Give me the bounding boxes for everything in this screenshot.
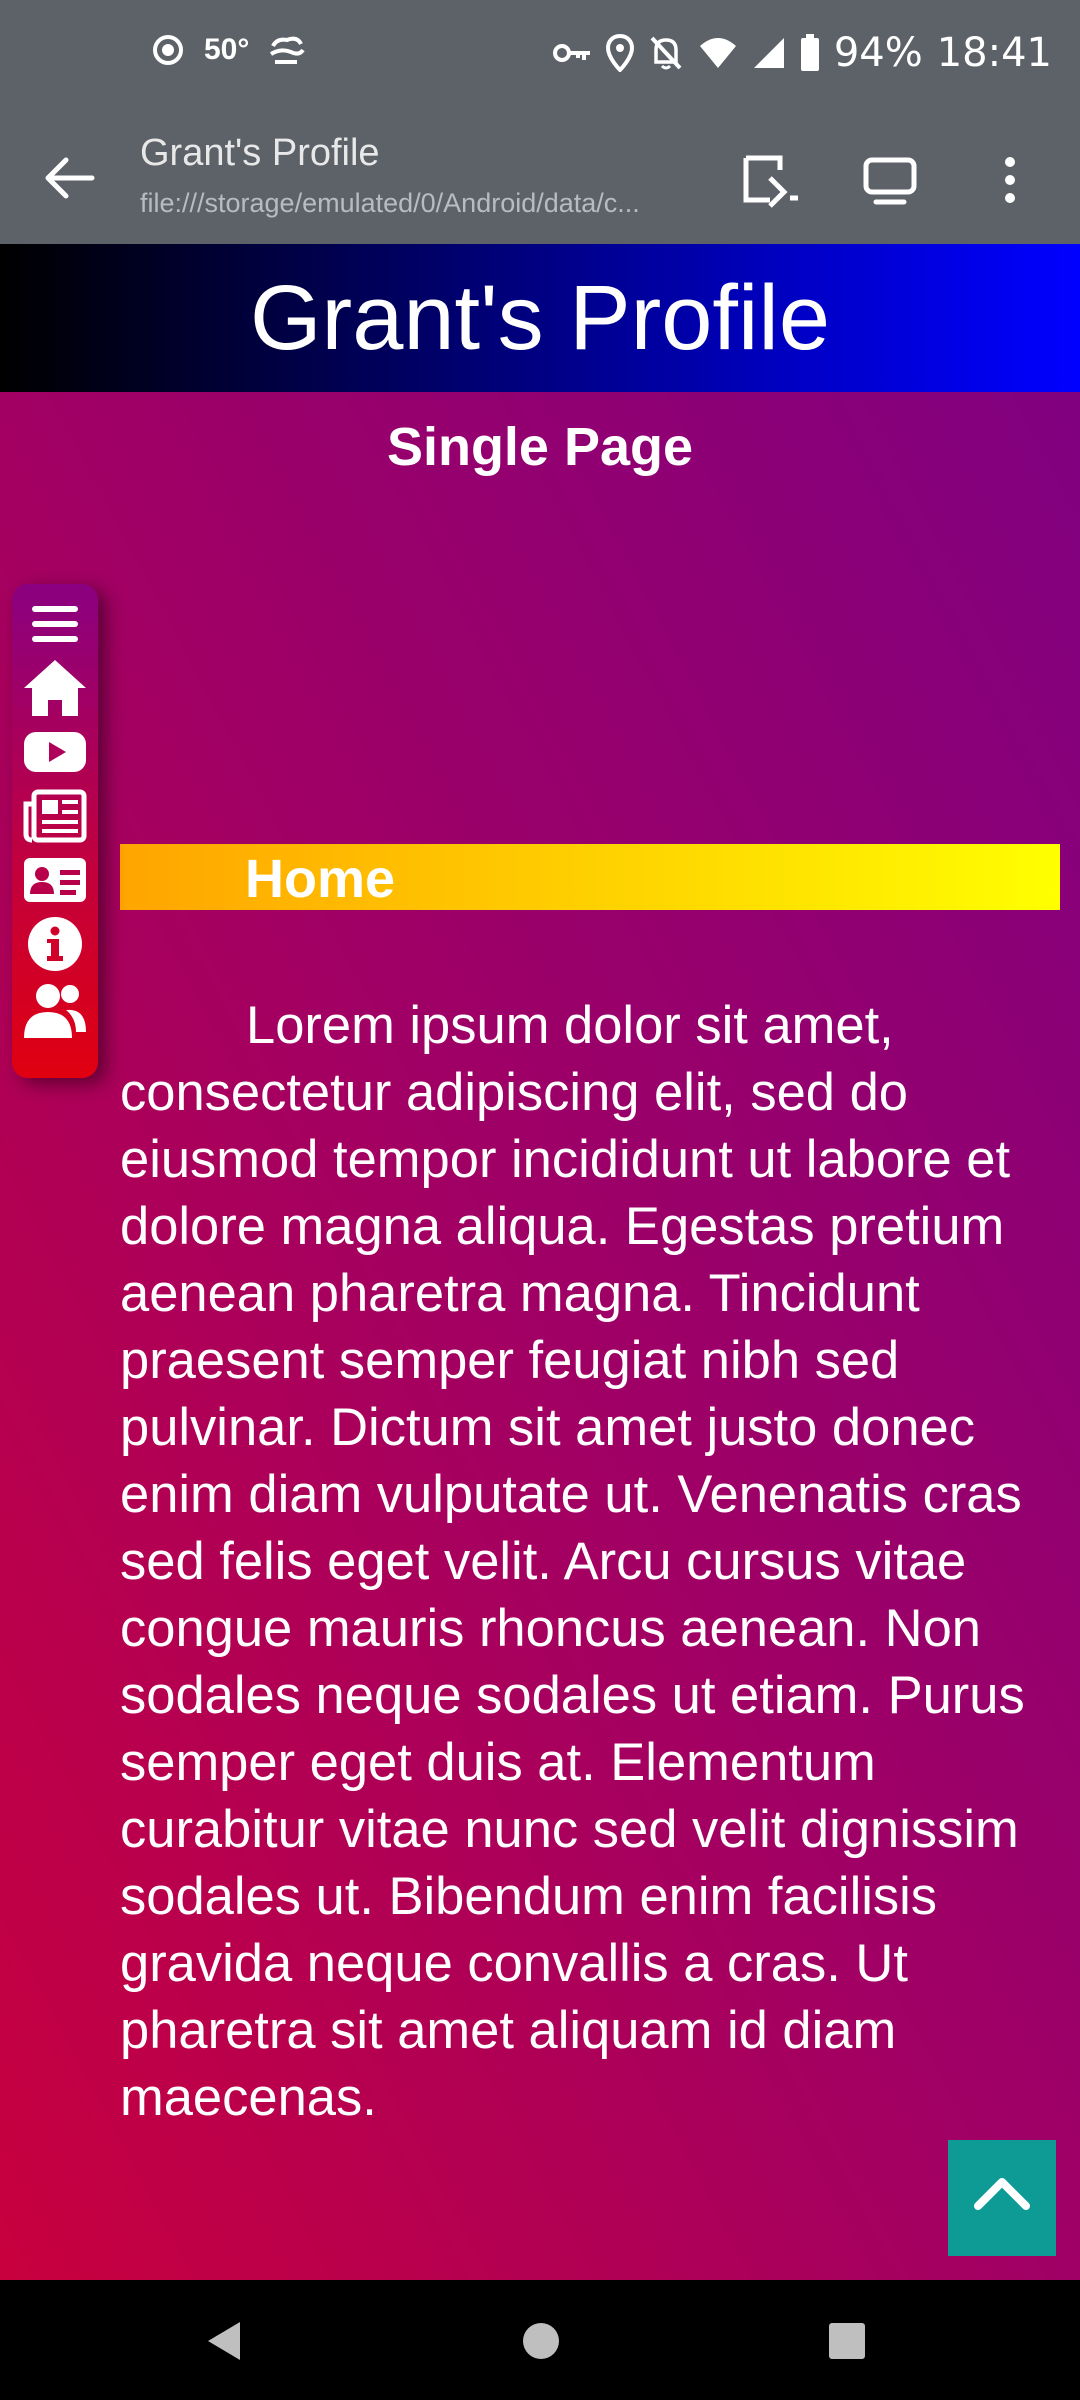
location-icon bbox=[605, 34, 634, 72]
battery-icon bbox=[800, 34, 819, 71]
body-paragraph: Lorem ipsum dolor sit amet, consectetur … bbox=[120, 996, 1025, 2127]
section-heading-bar: Home bbox=[120, 844, 1060, 910]
youtube-icon[interactable] bbox=[22, 722, 88, 782]
browser-page-title: Grant's Profile bbox=[140, 132, 380, 174]
status-right: 94% 18:41 bbox=[552, 30, 1052, 76]
id-card-icon[interactable] bbox=[22, 850, 88, 910]
home-icon[interactable] bbox=[22, 658, 88, 718]
wifi-icon bbox=[699, 38, 736, 68]
signal-icon bbox=[753, 38, 784, 68]
browser-toolbar: Grant's Profile file:///storage/emulated… bbox=[0, 120, 1080, 244]
weather-icon bbox=[270, 36, 306, 64]
web-page: Grant's Profile Single Page Home Lorem i… bbox=[0, 244, 1080, 2280]
status-left: 50° bbox=[150, 32, 307, 68]
status-bar: 50° 94% 18:41 bbox=[0, 0, 1080, 120]
desktop-site-icon[interactable] bbox=[860, 150, 920, 210]
battery-percent: 94% bbox=[833, 30, 923, 76]
notifications-off-icon bbox=[650, 36, 682, 70]
side-nav bbox=[12, 584, 98, 1078]
system-nav-bar bbox=[0, 2280, 1080, 2400]
newspaper-icon[interactable] bbox=[22, 786, 88, 846]
record-icon bbox=[153, 35, 183, 65]
back-nav-icon[interactable] bbox=[200, 2316, 250, 2366]
menu-icon[interactable] bbox=[22, 594, 88, 654]
open-in-app-icon[interactable] bbox=[740, 150, 800, 210]
clock: 18:41 bbox=[936, 30, 1052, 76]
users-icon[interactable] bbox=[22, 980, 88, 1040]
page-banner: Grant's Profile bbox=[0, 244, 1080, 392]
scroll-to-top-button[interactable] bbox=[948, 2140, 1056, 2256]
recents-nav-icon[interactable] bbox=[826, 2320, 868, 2362]
browser-url[interactable]: file:///storage/emulated/0/Android/data/… bbox=[140, 188, 710, 219]
section-heading: Home bbox=[245, 849, 396, 909]
temperature-text: 50° bbox=[204, 33, 250, 66]
page-subtitle: Single Page bbox=[386, 417, 694, 477]
more-options-icon[interactable] bbox=[990, 150, 1030, 210]
info-icon[interactable] bbox=[22, 914, 88, 974]
vpn-key-icon bbox=[552, 44, 590, 62]
chevron-up-icon bbox=[974, 2178, 1030, 2210]
home-nav-icon[interactable] bbox=[518, 2318, 564, 2364]
back-arrow-icon[interactable] bbox=[40, 148, 100, 208]
